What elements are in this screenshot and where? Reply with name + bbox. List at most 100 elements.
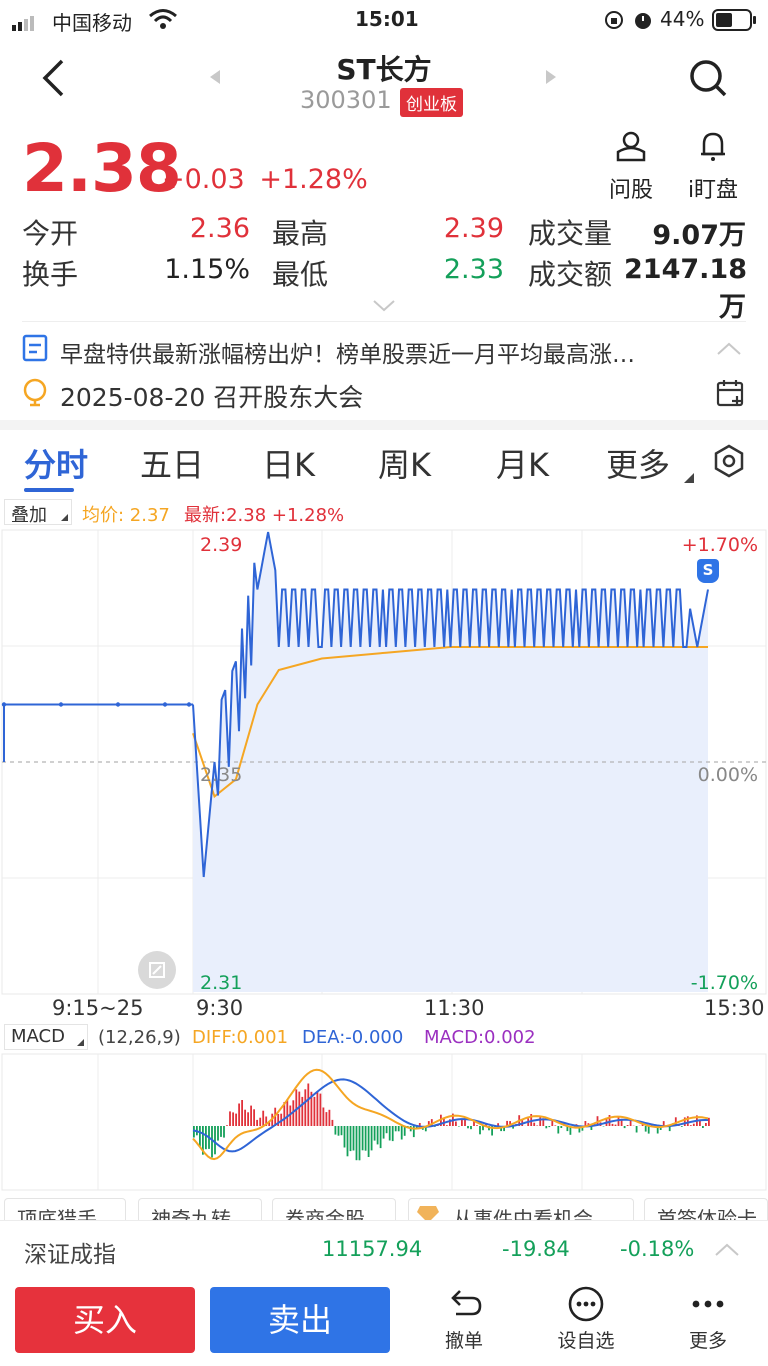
macd-bar: [376, 1126, 379, 1145]
battery-percent: 44%: [660, 7, 705, 31]
index-percent: -0.18%: [620, 1237, 695, 1261]
macd-bar: [680, 1126, 683, 1127]
cancel-order-label: 撤单: [444, 1330, 483, 1352]
macd-bar: [611, 1123, 614, 1126]
add-watchlist-button[interactable]: 设自选: [546, 1286, 626, 1353]
macd-bar: [220, 1126, 222, 1137]
index-expand-chevron-up-icon[interactable]: [714, 1241, 740, 1261]
macd-bar: [259, 1117, 262, 1126]
cancel-order-button[interactable]: 撤单: [424, 1286, 504, 1353]
x-label-open: 9:30: [196, 996, 244, 1020]
bell-icon: [701, 132, 725, 161]
tab-more[interactable]: 更多: [606, 440, 670, 486]
macd-caret-icon: [77, 1039, 84, 1046]
macd-bar: [388, 1126, 391, 1141]
settings-hexagon-icon[interactable]: [712, 444, 746, 482]
macd-bar: [560, 1126, 563, 1128]
expand-chevron-down-icon[interactable]: [372, 298, 396, 317]
event-text[interactable]: 2025-08-20 召开股东大会: [60, 378, 363, 414]
macd-bar: [343, 1126, 346, 1148]
macd-bar: [349, 1126, 352, 1152]
sell-marker[interactable]: S: [697, 559, 719, 583]
open-value: 2.36: [189, 213, 250, 244]
macd-bar: [193, 1126, 195, 1138]
macd-label: MACD: [11, 1026, 65, 1047]
macd-bar: [235, 1113, 237, 1126]
fullscreen-button[interactable]: [138, 951, 176, 989]
macd-bar: [614, 1124, 617, 1126]
macd-bar: [545, 1126, 548, 1129]
low-label: 最低: [272, 258, 329, 291]
macd-bar: [304, 1089, 307, 1126]
index-bar[interactable]: 深证成指 11157.94 -19.84 -0.18%: [0, 1220, 768, 1276]
more-button[interactable]: 更多: [668, 1286, 748, 1353]
macd-bar: [692, 1123, 695, 1126]
chart-tabs: 分时 五日 日K 周K 月K 更多: [0, 436, 768, 496]
board-tag: 创业板: [400, 88, 463, 117]
pct-label-mid: 0.00%: [697, 764, 758, 786]
macd-bar: [307, 1083, 310, 1126]
macd-chart[interactable]: [0, 1052, 768, 1192]
tab-five-day[interactable]: 五日: [140, 440, 204, 486]
macd-bar: [385, 1126, 388, 1134]
low-value: 2.33: [443, 254, 504, 285]
macd-bar: [702, 1126, 704, 1128]
x-label-close: 15:30: [704, 996, 765, 1020]
change-percent: +1.28%: [259, 164, 368, 195]
macd-bar: [394, 1126, 397, 1132]
calendar-add-icon[interactable]: [716, 378, 746, 412]
macd-bar: [689, 1125, 692, 1126]
tab-weekly-k[interactable]: 周K: [378, 440, 431, 486]
more-circle-icon: [568, 1286, 604, 1322]
volume-value: 9.07万: [652, 220, 746, 251]
overlay-caret-icon: [61, 514, 68, 521]
y-label-mid: 2.35: [200, 764, 243, 786]
overlay-label: 叠加: [11, 505, 47, 526]
collapse-chevron-up-icon[interactable]: [716, 340, 742, 360]
tab-intraday[interactable]: 分时: [24, 440, 88, 486]
buy-button[interactable]: 买入: [15, 1287, 195, 1353]
active-tab-indicator: [24, 488, 74, 492]
macd-bar: [298, 1091, 301, 1126]
macd-bar: [247, 1112, 249, 1126]
macd-bar: [400, 1126, 403, 1140]
macd-bar: [458, 1126, 460, 1127]
macd-bar: [446, 1125, 448, 1126]
watch-label: i盯盘: [687, 178, 739, 203]
person-icon: [616, 131, 646, 162]
news-headline[interactable]: 早盘特供最新涨幅榜出炉！榜单股票近一月平均最高涨…: [60, 335, 680, 369]
search-icon[interactable]: [688, 58, 728, 102]
section-gap: [0, 420, 768, 430]
macd-bar: [470, 1126, 472, 1130]
macd-bar: [705, 1123, 707, 1126]
pct-label-top: +1.70%: [681, 534, 758, 556]
tab-monthly-k[interactable]: 月K: [496, 440, 549, 486]
macd-bar: [331, 1119, 334, 1126]
sell-button[interactable]: 卖出: [210, 1287, 390, 1353]
volume-label: 成交量: [528, 217, 613, 250]
macd-bar: [238, 1103, 240, 1126]
macd-bar: [647, 1126, 650, 1134]
overlay-button[interactable]: 叠加: [4, 499, 72, 526]
macd-bar: [533, 1122, 536, 1126]
macd-bar: [226, 1125, 228, 1126]
macd-bar: [229, 1111, 231, 1126]
macd-bar: [253, 1109, 255, 1126]
watch-button[interactable]: i盯盘: [680, 130, 746, 204]
diff-line: [192, 1068, 709, 1161]
price-change: +0.03 +1.28%: [162, 164, 368, 195]
intraday-chart[interactable]: [0, 528, 768, 996]
auction-point: [162, 702, 168, 707]
macd-selector[interactable]: MACD: [4, 1024, 88, 1050]
macd-bar: [455, 1121, 457, 1126]
divider: [22, 321, 746, 322]
high-label: 最高: [272, 217, 329, 250]
macd-bar: [358, 1126, 361, 1161]
high-value: 2.39: [443, 213, 504, 244]
tab-daily-k[interactable]: 日K: [262, 440, 315, 486]
index-value: 11157.94: [322, 1237, 423, 1261]
ask-stock-button[interactable]: 问股: [606, 130, 656, 204]
signal-icon: [12, 12, 44, 36]
macd-bar: [397, 1126, 400, 1132]
ellipsis-icon: [692, 1300, 724, 1308]
